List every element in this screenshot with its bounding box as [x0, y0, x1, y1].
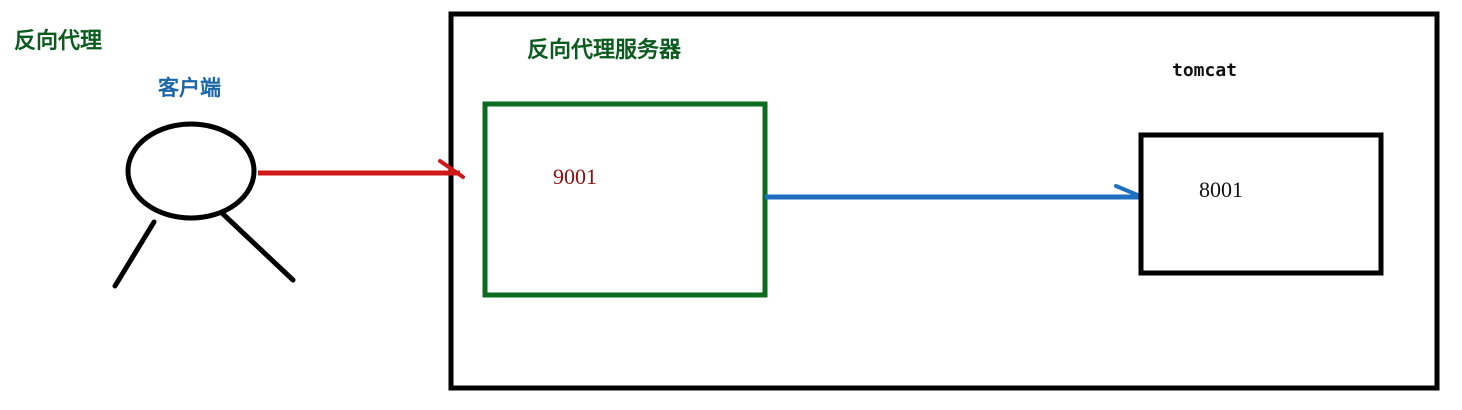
tomcat-box [1138, 132, 1384, 276]
forward-arrow [765, 184, 1142, 200]
proxy-server-box [482, 101, 768, 298]
proxy-server-label: 反向代理服务器 [527, 38, 682, 63]
client-label: 客户端 [158, 76, 221, 100]
diagram-title: 反向代理 [14, 29, 103, 54]
client-head [125, 121, 257, 221]
server-boundary-box [448, 11, 1440, 391]
client-right-leg [220, 211, 296, 283]
tomcat-label: tomcat [1172, 60, 1238, 81]
client-figure [112, 121, 296, 289]
proxy-server-port: 9001 [553, 164, 597, 189]
tomcat-port: 8001 [1199, 177, 1243, 202]
request-arrow [258, 159, 465, 179]
client-left-leg [112, 219, 157, 289]
diagram-canvas: 反向代理 客户端 反向代理服务器 9001 tomcat 8001 [0, 0, 1462, 410]
diagram-drawing [112, 11, 1440, 391]
